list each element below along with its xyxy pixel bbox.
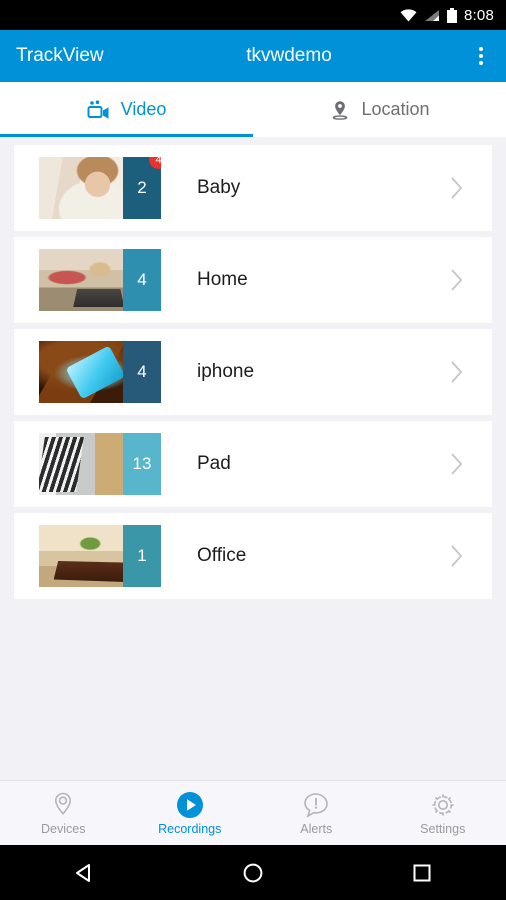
alert-bubble-icon <box>302 791 330 819</box>
location-pin-icon <box>50 791 76 819</box>
nav-label-settings: Settings <box>420 821 466 836</box>
nav-item-alerts[interactable]: Alerts <box>253 791 380 836</box>
video-camera-icon <box>87 99 111 120</box>
nav-item-devices[interactable]: Devices <box>0 791 127 836</box>
home-circle-icon[interactable] <box>223 853 283 893</box>
device-name: iphone <box>197 361 255 382</box>
tab-location-label: Location <box>361 99 430 119</box>
list-item[interactable]: 4 Home <box>14 237 492 323</box>
recordings-list: 2 4 Baby 4 Home 4 iphone 13 Pad 1 Office <box>0 137 506 599</box>
tab-bar: Video Location <box>0 82 506 137</box>
count-strip: 4 <box>123 249 161 311</box>
office-thumbnail[interactable]: 1 <box>39 525 161 587</box>
home-thumbnail[interactable]: 4 <box>39 249 161 311</box>
baby-thumbnail[interactable]: 2 4 <box>39 157 161 219</box>
chevron-right-icon <box>450 452 464 476</box>
app-title: TrackView <box>16 45 104 66</box>
status-bar-clock: 8:08 <box>464 6 494 24</box>
chevron-right-icon <box>450 360 464 384</box>
nav-item-recordings[interactable]: Recordings <box>127 791 254 836</box>
nav-label-devices: Devices <box>41 821 86 836</box>
nav-item-settings[interactable]: Settings <box>380 791 506 836</box>
bottom-navigation: Devices Recordings Alerts Settings <box>0 780 506 845</box>
chevron-right-icon <box>450 176 464 200</box>
iphone-thumbnail[interactable]: 4 <box>39 341 161 403</box>
chevron-right-icon <box>450 544 464 568</box>
nav-label-alerts: Alerts <box>300 821 333 836</box>
status-bar: 8:08 <box>0 0 506 30</box>
list-item[interactable]: 13 Pad <box>14 421 492 507</box>
device-name: Pad <box>197 453 231 474</box>
play-circle-icon <box>176 791 204 819</box>
device-name: Baby <box>197 177 241 198</box>
tab-location[interactable]: Location <box>253 82 506 137</box>
device-name: Office <box>197 545 247 566</box>
device-name: Home <box>197 269 248 290</box>
nav-label-recordings: Recordings <box>158 821 222 836</box>
recording-count: 2 <box>137 178 147 197</box>
tab-video[interactable]: Video <box>0 82 253 137</box>
android-navigation-bar <box>0 845 506 900</box>
wifi-icon <box>400 8 417 22</box>
list-item[interactable]: 4 iphone <box>14 329 492 415</box>
cell-signal-icon <box>424 9 440 22</box>
list-item[interactable]: 1 Office <box>14 513 492 599</box>
recents-square-icon[interactable] <box>392 853 452 893</box>
recording-count: 13 <box>132 454 152 473</box>
count-strip: 13 <box>123 433 161 495</box>
tab-video-label: Video <box>120 99 167 119</box>
pad-thumbnail[interactable]: 13 <box>39 433 161 495</box>
battery-icon <box>447 7 457 23</box>
recording-count: 4 <box>137 362 147 381</box>
count-strip: 1 <box>123 525 161 587</box>
recording-count: 4 <box>137 270 147 289</box>
gear-icon <box>429 791 457 819</box>
recording-count: 1 <box>137 546 147 565</box>
tab-active-indicator <box>0 134 253 137</box>
app-bar: TrackView tkvwdemo <box>0 30 506 82</box>
map-pin-icon <box>329 99 351 121</box>
count-strip: 4 <box>123 341 161 403</box>
list-item[interactable]: 2 4 Baby <box>14 145 492 231</box>
overflow-menu-icon[interactable] <box>466 39 496 73</box>
chevron-right-icon <box>450 268 464 292</box>
back-triangle-icon[interactable] <box>54 853 114 893</box>
